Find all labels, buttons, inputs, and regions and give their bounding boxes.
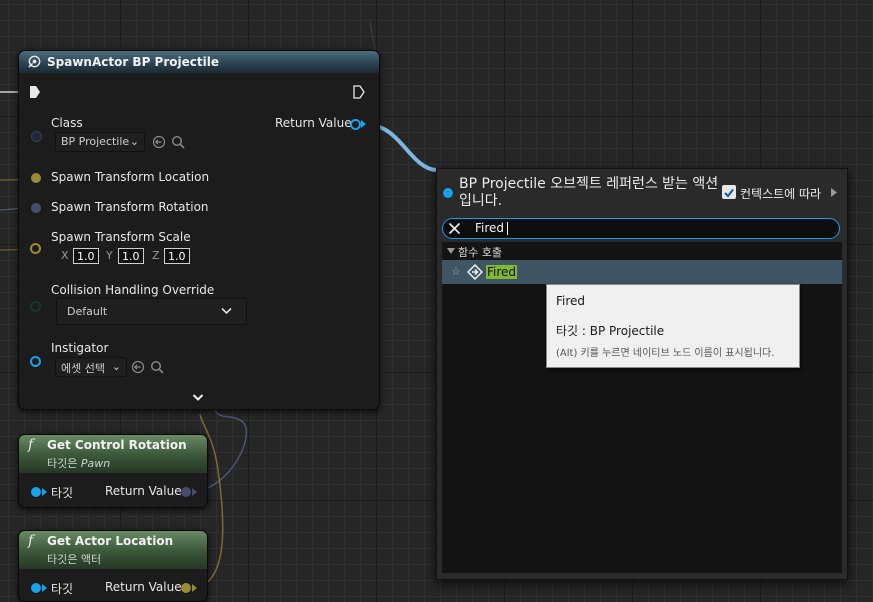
collision-value: Default: [67, 305, 108, 318]
pin-arrow-icon: [42, 584, 47, 592]
node-subtitle: 타깃은 액터: [47, 553, 102, 566]
scale-y-axis-label: Y: [106, 249, 113, 262]
instigator-label: Instigator: [51, 341, 109, 355]
function-icon: f: [28, 437, 34, 453]
chevron-down-icon: ⌄: [129, 135, 139, 148]
clear-search-icon[interactable]: [448, 222, 461, 235]
node-title: Get Control Rotation: [47, 438, 187, 452]
collision-label: Collision Handling Override: [51, 283, 215, 297]
return-value-pin[interactable]: [350, 119, 361, 130]
tooltip: Fired 타깃 : BP Projectile (Alt) 키를 누르면 네이…: [546, 284, 800, 368]
event-function-icon: [467, 264, 483, 280]
rotation-label: Spawn Transform Rotation: [51, 200, 209, 214]
pin-arrow-icon: [361, 120, 366, 128]
browse-search-icon[interactable]: [171, 135, 185, 149]
instigator-pin[interactable]: [30, 356, 41, 367]
function-icon: f: [28, 533, 34, 549]
location-pin[interactable]: [31, 173, 41, 183]
use-selected-icon[interactable]: [152, 135, 166, 149]
exec-out-pin[interactable]: [353, 85, 365, 99]
pin-arrow-icon: [42, 488, 47, 496]
context-pin-icon: [443, 188, 453, 198]
collision-dropdown[interactable]: Default: [56, 298, 247, 325]
checkmark-icon: [724, 188, 734, 198]
expand-advanced-icon[interactable]: [192, 393, 204, 402]
node-header[interactable]: f Get Actor Location 타깃은 액터: [19, 531, 207, 569]
node-subtitle: 타깃은 Pawn: [47, 457, 111, 470]
scale-x-field[interactable]: 1.0: [73, 248, 99, 264]
chevron-down-icon: [221, 307, 232, 315]
menu-title: BP Projectile 오브젝트 레퍼런스 받는 액션입니다.: [459, 176, 719, 209]
collision-pin[interactable]: [30, 301, 41, 312]
scale-x-axis-label: X: [61, 249, 69, 262]
tooltip-target: 타깃 : BP Projectile: [556, 324, 665, 338]
scale-pin[interactable]: [30, 243, 41, 254]
get-control-rotation-node[interactable]: f Get Control Rotation 타깃은 Pawn 타깃 Retur…: [18, 434, 208, 508]
caret-right-icon[interactable]: [831, 188, 837, 197]
target-label: 타깃: [51, 582, 74, 596]
caret-down-icon[interactable]: [447, 248, 455, 254]
class-pin[interactable]: [31, 131, 42, 142]
tooltip-title: Fired: [556, 294, 586, 308]
context-sensitive-label[interactable]: 컨텍스트에 따라: [740, 185, 821, 202]
pin-arrow-icon: [192, 488, 197, 496]
scale-z-field[interactable]: 1.0: [164, 248, 190, 264]
list-item-fired[interactable]: ☆ Fired: [442, 260, 842, 284]
return-value-label: Return Value: [105, 580, 182, 594]
location-label: Spawn Transform Location: [51, 170, 210, 184]
scale-y-field[interactable]: 1.0: [118, 248, 144, 264]
search-input[interactable]: Fired: [475, 221, 504, 235]
context-sensitive-checkbox[interactable]: [722, 185, 736, 199]
favorite-star-icon[interactable]: ☆: [451, 265, 461, 278]
item-label-highlight: Fired: [486, 265, 518, 279]
spawn-actor-node[interactable]: SpawnActor BP Projectile Class BP Projec…: [18, 50, 380, 410]
search-field[interactable]: Fired: [442, 218, 840, 239]
action-menu[interactable]: BP Projectile 오브젝트 레퍼런스 받는 액션입니다. 컨텍스트에 …: [436, 168, 848, 580]
return-value-pin[interactable]: [181, 487, 191, 497]
node-header[interactable]: SpawnActor BP Projectile: [19, 51, 379, 73]
return-value-pin[interactable]: [181, 583, 191, 593]
node-title: Get Actor Location: [47, 534, 174, 548]
browse-search-icon[interactable]: [150, 360, 164, 374]
use-selected-icon[interactable]: [131, 360, 145, 374]
scale-z-axis-label: Z: [152, 249, 160, 262]
get-actor-location-node[interactable]: f Get Actor Location 타깃은 액터 타깃 Return Va…: [18, 530, 208, 602]
target-pin[interactable]: [31, 487, 41, 497]
class-value: BP Projectile: [61, 135, 130, 148]
category-function-call[interactable]: 함수 호출: [458, 244, 502, 260]
spawn-actor-icon: [28, 55, 41, 68]
node-title: SpawnActor BP Projectile: [47, 55, 219, 69]
node-header[interactable]: f Get Control Rotation 타깃은 Pawn: [19, 435, 207, 473]
exec-in-pin[interactable]: [29, 85, 41, 99]
class-dropdown[interactable]: BP Projectile ⌄: [55, 132, 145, 152]
tooltip-hint: (Alt) 키를 누르면 네이티브 노드 이름이 표시됩니다.: [556, 348, 775, 359]
scale-label: Spawn Transform Scale: [51, 230, 191, 244]
target-label: 타깃: [51, 486, 74, 500]
target-pin[interactable]: [31, 583, 41, 593]
instigator-value: 에셋 선택: [61, 362, 105, 375]
chevron-down-icon: ⌄: [111, 360, 121, 373]
return-value-label: Return Value: [105, 484, 182, 498]
pin-arrow-icon: [192, 584, 197, 592]
class-label: Class: [51, 116, 83, 130]
text-caret: [507, 222, 508, 235]
instigator-dropdown[interactable]: 에셋 선택 ⌄: [55, 357, 127, 377]
return-value-label: Return Value: [275, 116, 352, 130]
rotation-pin[interactable]: [31, 203, 41, 213]
